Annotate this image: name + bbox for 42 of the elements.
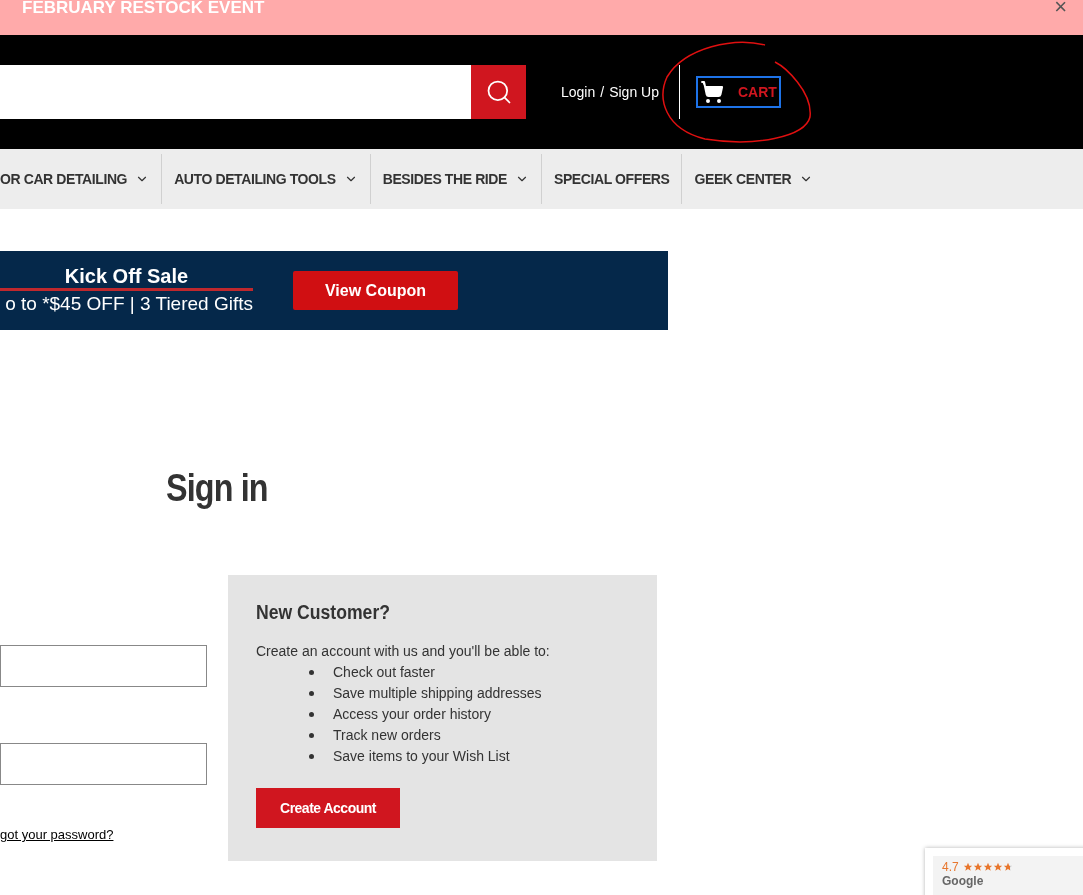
nav-item[interactable]: OR CAR DETAILING bbox=[0, 154, 162, 204]
search-button[interactable] bbox=[471, 65, 526, 119]
create-account-button[interactable]: Create Account bbox=[256, 788, 400, 828]
nav-item[interactable]: BESIDES THE RIDE bbox=[370, 154, 541, 204]
benefit-text: Track new orders bbox=[333, 726, 441, 745]
rating-badge[interactable]: 4.7 Google bbox=[925, 848, 1083, 895]
login-link[interactable]: Login bbox=[561, 81, 596, 103]
benefit-text: Check out faster bbox=[333, 663, 435, 682]
cart-icon bbox=[699, 80, 724, 104]
bullet-icon bbox=[309, 733, 314, 738]
bullet-icon bbox=[309, 712, 314, 717]
view-coupon-button[interactable]: View Coupon bbox=[293, 271, 458, 310]
star-icon bbox=[972, 862, 983, 872]
close-button[interactable]: × bbox=[1054, 0, 1067, 14]
nav-item[interactable]: AUTO DETAILING TOOLS bbox=[162, 154, 370, 204]
bullet-icon bbox=[309, 691, 314, 696]
rating-brand: Google bbox=[942, 874, 985, 888]
sign-in-heading: Sign in bbox=[166, 466, 269, 510]
star-icon bbox=[982, 862, 993, 872]
star-icon bbox=[1002, 862, 1013, 872]
new-customer-heading: New Customer? bbox=[256, 600, 391, 625]
forgot-password-link[interactable]: got your password? bbox=[0, 825, 228, 845]
benefit-text: Save items to your Wish List bbox=[333, 747, 510, 766]
benefit-text: Save multiple shipping addresses bbox=[333, 684, 542, 703]
password-field[interactable] bbox=[0, 743, 207, 785]
benefit-text: Access your order history bbox=[333, 705, 491, 724]
intro-text: Create an account with us and you'll be able to: bbox=[256, 642, 551, 661]
signup-link[interactable]: Sign Up bbox=[609, 81, 659, 103]
cart-button[interactable]: CART bbox=[695, 76, 781, 108]
nav-item[interactable]: SPECIAL OFFERS bbox=[542, 154, 682, 204]
star-icon bbox=[962, 862, 973, 872]
promo-subtitle: o to *$45 OFF | 3 Tiered Gifts bbox=[5, 292, 253, 316]
star-icon bbox=[992, 862, 1003, 872]
link-separator: / bbox=[600, 82, 605, 102]
search-field[interactable] bbox=[0, 65, 471, 119]
bullet-icon bbox=[309, 754, 314, 759]
rating-score: 4.7 bbox=[942, 860, 959, 874]
bullet-icon bbox=[309, 670, 314, 675]
announcement-text: FEBRUARY RESTOCK EVENT bbox=[22, 0, 265, 16]
nav-item[interactable]: GEEK CENTER bbox=[682, 154, 826, 204]
email-field[interactable] bbox=[0, 645, 207, 687]
promo-title: Kick Off Sale bbox=[0, 264, 253, 291]
